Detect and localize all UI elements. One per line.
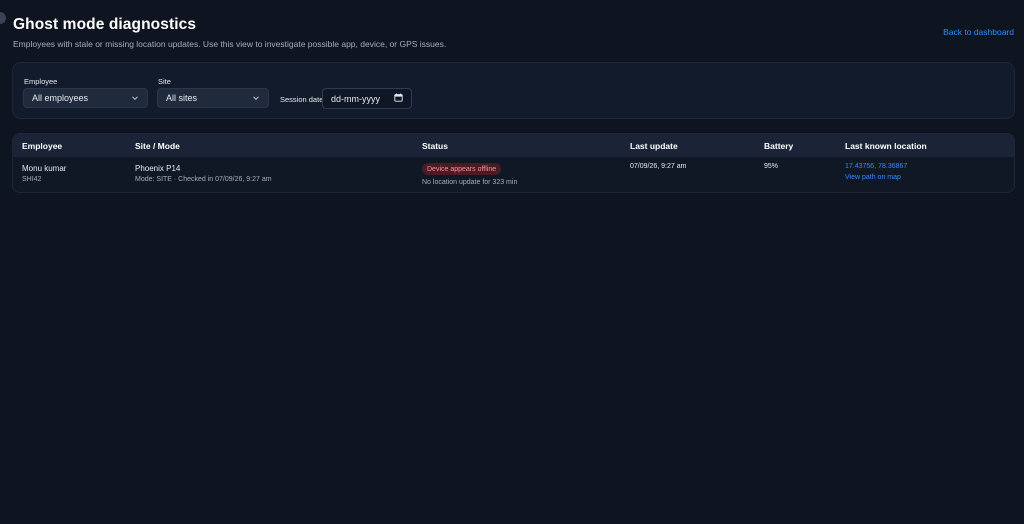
column-header-site-mode: Site / Mode bbox=[135, 141, 180, 151]
session-date-label: Session date bbox=[280, 95, 324, 104]
column-header-last-known-location: Last known location bbox=[845, 141, 927, 151]
battery-level: 95% bbox=[764, 163, 779, 170]
avatar[interactable] bbox=[0, 12, 6, 24]
site-mode: Mode: SITE · Checked in 07/09/26, 9:27 a… bbox=[135, 176, 272, 183]
page-header: Ghost mode diagnostics Employees with st… bbox=[13, 16, 1014, 49]
employee-name: Monu kumar bbox=[22, 164, 67, 173]
back-to-dashboard-link[interactable]: Back to dashboard bbox=[943, 27, 1014, 37]
diagnostics-table: Employee Site / Mode Status Last update … bbox=[12, 133, 1015, 193]
employee-id: SHI42 bbox=[22, 176, 42, 183]
chevron-down-icon bbox=[131, 94, 139, 102]
session-date-placeholder: dd-mm-yyyy bbox=[331, 93, 380, 104]
calendar-icon[interactable] bbox=[394, 93, 403, 104]
site-filter-label: Site bbox=[158, 77, 171, 86]
page-subtitle: Employees with stale or missing location… bbox=[13, 39, 447, 49]
site-name: Phoenix P14 bbox=[135, 164, 181, 173]
site-select-value: All sites bbox=[166, 93, 198, 103]
employee-select-value: All employees bbox=[32, 93, 89, 103]
status-detail: No location update for 323 min bbox=[422, 179, 518, 186]
page-title: Ghost mode diagnostics bbox=[13, 16, 197, 33]
column-header-last-update: Last update bbox=[630, 141, 678, 151]
filters-panel: Employee All employees Site All sites Se… bbox=[12, 62, 1015, 119]
site-select[interactable]: All sites bbox=[157, 88, 269, 108]
location-coordinates-link[interactable]: 17.43756, 78.36867 bbox=[845, 163, 907, 170]
last-update: 07/09/26, 9:27 am bbox=[630, 163, 687, 170]
employee-filter-label: Employee bbox=[24, 77, 58, 86]
table-header: Employee Site / Mode Status Last update … bbox=[13, 134, 1014, 157]
column-header-status: Status bbox=[422, 141, 448, 151]
session-date-input[interactable]: dd-mm-yyyy bbox=[322, 88, 412, 109]
column-header-battery: Battery bbox=[764, 141, 794, 151]
chevron-down-icon bbox=[252, 94, 260, 102]
employee-select[interactable]: All employees bbox=[23, 88, 148, 108]
column-header-employee: Employee bbox=[22, 141, 63, 151]
page: Ghost mode diagnostics Employees with st… bbox=[0, 0, 1024, 524]
view-path-on-map-link[interactable]: View path on map bbox=[845, 174, 901, 181]
status-badge: Device appears offline bbox=[422, 163, 502, 175]
